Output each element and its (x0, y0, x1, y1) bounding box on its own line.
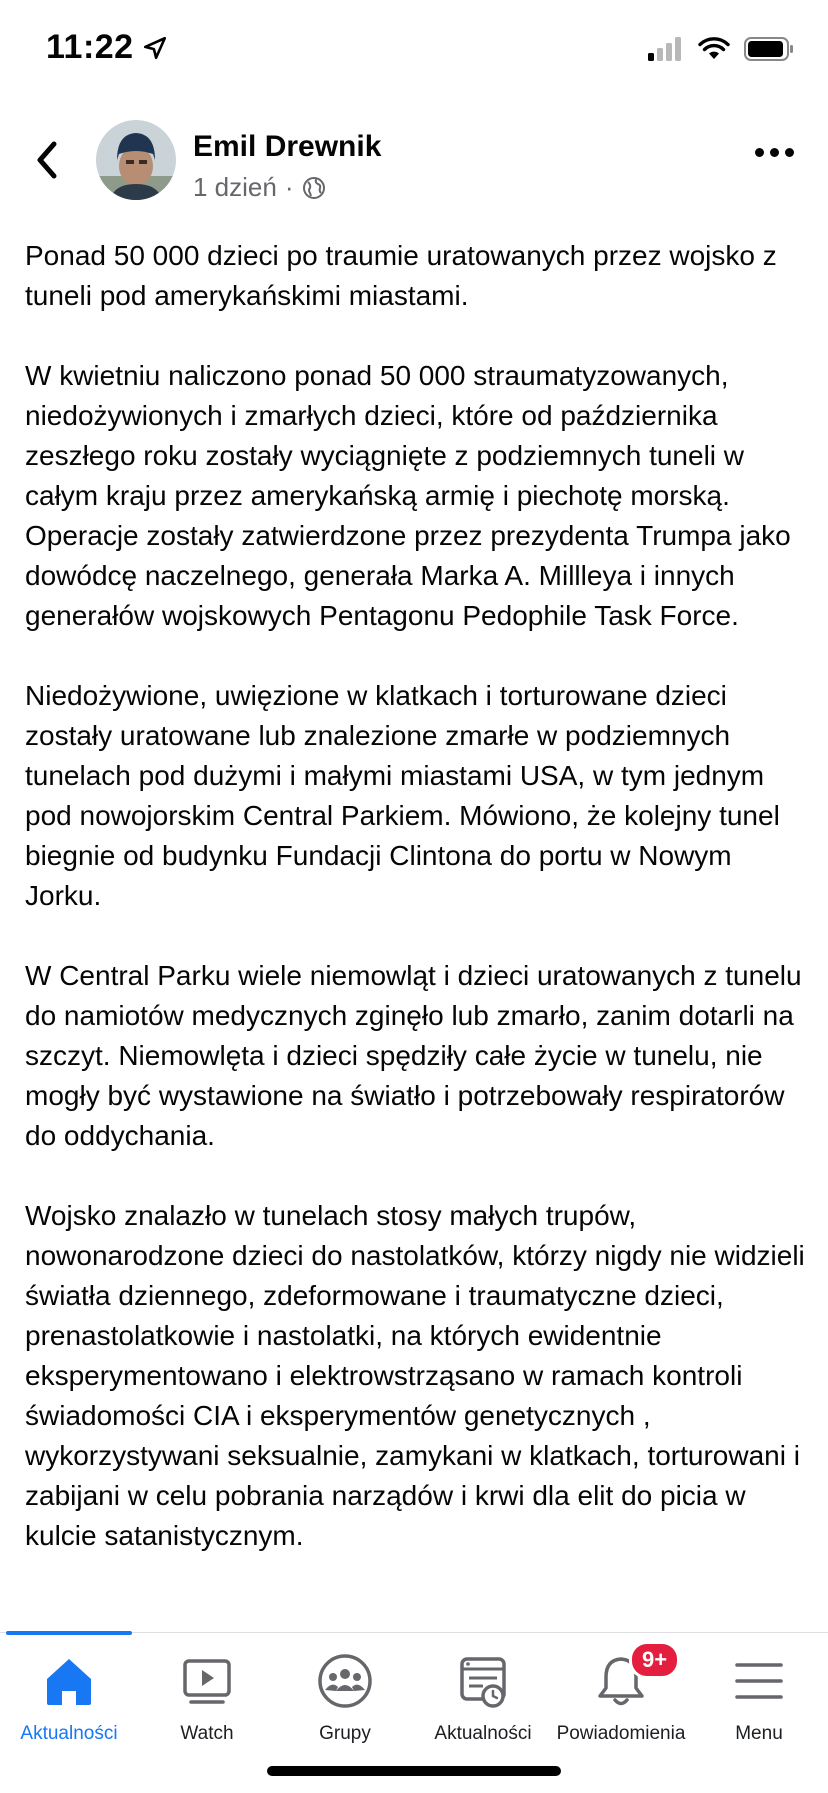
home-indicator[interactable] (267, 1766, 561, 1776)
tab-label: Watch (180, 1723, 234, 1744)
back-button[interactable] (30, 140, 66, 180)
tab-news-feed[interactable]: Aktualności (0, 1651, 138, 1761)
dot-icon (785, 148, 794, 157)
post-paragraph: W Central Parku wiele niemowląt i dzieci… (25, 960, 802, 1151)
meta-separator: · (284, 172, 294, 202)
menu-icon (735, 1663, 783, 1699)
post-paragraph: Niedożywione, uwięzione w klatkach i tor… (25, 680, 780, 911)
post-paragraph: Ponad 50 000 dzieci po traumie uratowany… (25, 240, 777, 311)
location-arrow-icon (143, 36, 166, 59)
author-name[interactable]: Emil Drewnik (193, 130, 381, 164)
tab-label: Powiadomienia (556, 1723, 686, 1744)
post-meta: 1 dzień · (193, 172, 326, 203)
battery-icon (744, 37, 793, 61)
tab-news[interactable]: Aktualności (414, 1651, 552, 1761)
tab-menu[interactable]: Menu (690, 1651, 828, 1761)
post-paragraph: Wojsko znalazło w tunelach stosy małych … (25, 1200, 805, 1551)
more-options-button[interactable] (755, 148, 794, 157)
globe-icon (302, 176, 325, 199)
status-indicators (648, 36, 794, 62)
post-body: Ponad 50 000 dzieci po traumie uratowany… (25, 236, 811, 1596)
tab-label: Grupy (319, 1723, 371, 1744)
news-feed-icon (460, 1657, 506, 1708)
post-paragraph: W kwietniu naliczono ponad 50 000 straum… (25, 360, 791, 631)
post-time[interactable]: 1 dzień (193, 172, 277, 203)
active-tab-indicator (6, 1631, 132, 1635)
profile-photo-icon (96, 120, 176, 200)
post-header: Emil Drewnik 1 dzień · (0, 118, 828, 202)
status-time: 11:22 (46, 28, 168, 67)
avatar[interactable] (96, 120, 176, 200)
tab-watch[interactable]: Watch (138, 1651, 276, 1761)
status-bar: 11:22 (0, 0, 828, 100)
clock-text: 11:22 (46, 28, 134, 66)
tab-notifications[interactable]: 9+ Powiadomienia (552, 1641, 690, 1761)
dot-icon (770, 148, 779, 157)
dot-icon (755, 148, 764, 157)
cellular-signal-icon (648, 37, 681, 61)
tab-label: Aktualności (434, 1723, 532, 1744)
tab-groups[interactable]: Grupy (276, 1651, 414, 1761)
video-icon (183, 1659, 231, 1704)
wifi-icon (698, 37, 730, 59)
tab-label: Menu (735, 1723, 783, 1744)
home-icon (47, 1659, 91, 1705)
tab-label: Aktualności (20, 1723, 118, 1744)
groups-icon (318, 1654, 372, 1708)
notification-badge: 9+ (629, 1641, 681, 1679)
chevron-left-icon (37, 141, 57, 179)
